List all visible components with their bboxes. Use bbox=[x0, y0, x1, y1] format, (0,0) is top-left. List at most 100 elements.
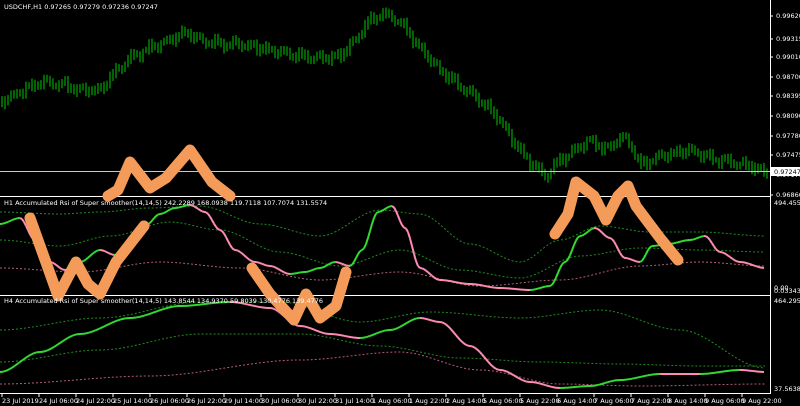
indicator1-segment bbox=[219, 229, 223, 232]
indicator2-upper-level bbox=[0, 301, 766, 369]
indicator1-segment bbox=[753, 264, 757, 268]
indicator1-segment bbox=[709, 239, 713, 244]
indicator2-segment bbox=[17, 361, 21, 365]
time-label: 5 Aug 22:00 bbox=[520, 397, 560, 405]
indicator2-bottom-label: 37.5638 bbox=[774, 385, 800, 393]
indicator2-segment bbox=[71, 334, 75, 337]
indicator2-segment bbox=[373, 332, 377, 336]
indicator1-segment bbox=[641, 257, 645, 262]
indicator1-segment bbox=[195, 206, 199, 210]
indicator1-segment bbox=[277, 267, 281, 271]
indicator1-segment bbox=[417, 265, 421, 269]
indicator2-segment bbox=[273, 307, 277, 311]
indicator1-segment bbox=[565, 258, 569, 263]
indicator1-segment bbox=[387, 205, 391, 209]
indicator2-segment bbox=[429, 319, 433, 322]
indicator1-bottom-overlay: 0.00 bbox=[774, 284, 788, 292]
indicator1-segment bbox=[729, 256, 733, 260]
time-label: 25 Jul 14:00 bbox=[113, 397, 152, 405]
indicator1-segment bbox=[379, 209, 383, 213]
indicator1-segment bbox=[649, 245, 653, 249]
indicator1-segment bbox=[61, 268, 65, 271]
indicator2-segment bbox=[511, 373, 515, 377]
indicator2-segment bbox=[441, 321, 445, 325]
indicator1-segment bbox=[369, 223, 373, 232]
indicator1-segment bbox=[169, 207, 173, 211]
indicator2-segment bbox=[159, 308, 163, 312]
indicator1-segment bbox=[257, 261, 261, 264]
indicator2-segment bbox=[91, 330, 95, 333]
indicator2-segment bbox=[603, 381, 607, 385]
indicator1-segment bbox=[199, 209, 203, 213]
trading-chart[interactable]: USDCHF,H1 0.97265 0.97279 0.97236 0.9724… bbox=[0, 0, 800, 406]
indicator2-segment bbox=[451, 329, 455, 334]
indicator1-segment bbox=[561, 261, 565, 266]
indicator2-segment bbox=[519, 377, 523, 381]
indicator2-segment bbox=[403, 322, 407, 326]
indicator1-upper-level bbox=[0, 205, 765, 263]
indicator1-segment bbox=[391, 205, 395, 209]
indicator1-segment bbox=[715, 248, 719, 252]
indicator1-segment bbox=[157, 213, 161, 216]
indicator2-segment bbox=[507, 371, 511, 375]
indicator1-segment bbox=[251, 260, 255, 263]
indicator1-segment bbox=[699, 235, 703, 238]
indicator1-segment bbox=[7, 220, 11, 223]
indicator1-segment bbox=[423, 268, 427, 272]
time-axis: 23 Jul 2019 24 Jul 06:0024 Jul 22:0025 Ju… bbox=[1, 394, 782, 405]
indicator1-segment bbox=[733, 258, 737, 262]
time-label: 30 Jul 22:00 bbox=[298, 397, 337, 405]
indicator1-segment bbox=[259, 262, 263, 265]
indicator1-segment bbox=[629, 258, 633, 261]
indicator1-segment bbox=[337, 261, 341, 264]
indicator1-segment bbox=[721, 251, 725, 254]
indicator2-segment bbox=[99, 326, 103, 330]
indicator2-segment bbox=[443, 322, 447, 326]
indicator2-segment bbox=[457, 336, 461, 341]
indicator2-segment bbox=[33, 351, 37, 355]
indicator1-segment bbox=[613, 241, 617, 246]
indicator1-segment bbox=[725, 253, 729, 257]
indicator2-segment bbox=[153, 310, 157, 314]
indicator1-segment bbox=[201, 210, 205, 213]
indicator2-segment bbox=[319, 330, 323, 334]
indicator1-segment bbox=[557, 267, 561, 274]
indicator1-segment bbox=[713, 245, 717, 250]
indicator1-segment bbox=[151, 217, 155, 222]
indicator1-segment bbox=[327, 262, 331, 266]
indicator1-segment bbox=[263, 263, 267, 267]
indicator1-segment bbox=[559, 264, 563, 269]
indicator1-segment bbox=[589, 227, 593, 231]
indicator1-segment bbox=[21, 218, 25, 223]
indicator2-segment bbox=[9, 366, 13, 370]
indicator1-segment bbox=[215, 226, 219, 230]
indicator2-segment bbox=[115, 319, 119, 322]
indicator2-segment bbox=[471, 345, 475, 349]
indicator1-segment bbox=[693, 237, 697, 241]
indicator2-segment bbox=[517, 376, 521, 380]
indicator1-segment bbox=[209, 216, 213, 221]
indicator1-segment bbox=[385, 206, 389, 210]
indicator1-segment bbox=[405, 228, 409, 233]
indicator1-segment bbox=[675, 241, 679, 244]
indicator1-segment bbox=[621, 255, 625, 259]
indicator1-segment bbox=[615, 244, 619, 250]
indicator1-segment bbox=[707, 237, 711, 241]
indicator1-segment bbox=[365, 237, 369, 245]
price-label: 0.99620 bbox=[776, 12, 800, 20]
indicator2-segment bbox=[45, 349, 49, 352]
indicator2-segment bbox=[375, 331, 379, 335]
indicator2-segment bbox=[3, 369, 7, 373]
time-label: 8 Aug 14:00 bbox=[668, 397, 708, 405]
indicator1-segment bbox=[735, 260, 739, 263]
indicator2-segment bbox=[547, 384, 551, 388]
indicator2-segment bbox=[601, 382, 605, 385]
indicator1-segment bbox=[271, 265, 275, 268]
annotation-w-left bbox=[24, 212, 150, 302]
indicator1-segment bbox=[81, 259, 85, 263]
indicator1-segment bbox=[331, 261, 335, 264]
indicator1-segment bbox=[433, 276, 437, 280]
indicator2-segment bbox=[605, 381, 609, 384]
indicator1-segment bbox=[711, 242, 715, 247]
indicator1-segment bbox=[245, 256, 249, 260]
